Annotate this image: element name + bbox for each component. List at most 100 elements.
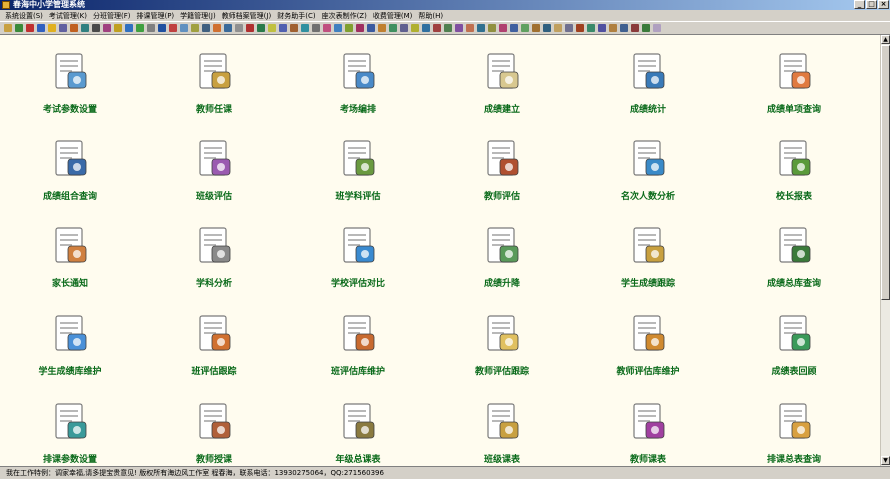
tile-score-trend[interactable]: 成绩升降	[432, 215, 572, 295]
toolbar-button-21[interactable]	[223, 23, 233, 33]
toolbar-button-6[interactable]	[58, 23, 68, 33]
tile-score-create[interactable]: 成绩建立	[432, 41, 572, 121]
toolbar-button-11[interactable]	[113, 23, 123, 33]
tile-score-archive[interactable]: 成绩总库查询	[724, 215, 864, 295]
menu-timetable[interactable]: 排课管理(P)	[133, 11, 177, 21]
toolbar-button-29[interactable]	[311, 23, 321, 33]
toolbar-button-48[interactable]	[520, 23, 530, 33]
toolbar-button-18[interactable]	[190, 23, 200, 33]
menu-seating[interactable]: 座次表制作(Z)	[319, 11, 370, 21]
tile-teacher-tracking[interactable]: 教师评估跟踪	[432, 303, 572, 383]
toolbar-button-58[interactable]	[630, 23, 640, 33]
toolbar-button-32[interactable]	[344, 23, 354, 33]
tile-class-timetable[interactable]: 班级课表	[432, 391, 572, 466]
tile-score-review[interactable]: 成绩表回顾	[724, 303, 864, 383]
toolbar-button-56[interactable]	[608, 23, 618, 33]
menu-help[interactable]: 帮助(H)	[415, 11, 446, 21]
toolbar-button-50[interactable]	[542, 23, 552, 33]
scroll-down-icon[interactable]: ▼	[881, 456, 890, 465]
tile-student-tracking[interactable]: 学生成绩跟踪	[578, 215, 718, 295]
vertical-scrollbar[interactable]: ▲ ▼	[880, 35, 890, 466]
tile-student-db[interactable]: 学生成绩库维护	[0, 303, 140, 383]
toolbar-button-44[interactable]	[476, 23, 486, 33]
toolbar-button-33[interactable]	[355, 23, 365, 33]
toolbar-button-59[interactable]	[641, 23, 651, 33]
toolbar-button-7[interactable]	[69, 23, 79, 33]
toolbar-button-26[interactable]	[278, 23, 288, 33]
toolbar-button-36[interactable]	[388, 23, 398, 33]
toolbar-button-20[interactable]	[212, 23, 222, 33]
toolbar-button-24[interactable]	[256, 23, 266, 33]
tile-principal-report[interactable]: 校长报表	[724, 128, 864, 208]
toolbar-button-17[interactable]	[179, 23, 189, 33]
menu-finance[interactable]: 财务助手(C)	[274, 11, 318, 21]
toolbar-button-47[interactable]	[509, 23, 519, 33]
toolbar-button-34[interactable]	[366, 23, 376, 33]
toolbar-button-5[interactable]	[47, 23, 57, 33]
maximize-button[interactable]: □	[866, 0, 877, 9]
toolbar-button-57[interactable]	[619, 23, 629, 33]
toolbar-button-55[interactable]	[597, 23, 607, 33]
toolbar-button-43[interactable]	[465, 23, 475, 33]
toolbar-button-60[interactable]	[652, 23, 662, 33]
tile-timetable-settings[interactable]: 排课参数设置	[0, 391, 140, 466]
tile-exam-room[interactable]: 考场编排	[288, 41, 428, 121]
tile-subject-evaluation[interactable]: 班学科评估	[288, 128, 428, 208]
toolbar-button-54[interactable]	[586, 23, 596, 33]
toolbar-button-37[interactable]	[399, 23, 409, 33]
toolbar-button-2[interactable]	[14, 23, 24, 33]
toolbar-button-15[interactable]	[157, 23, 167, 33]
toolbar-button-31[interactable]	[333, 23, 343, 33]
toolbar-button-45[interactable]	[487, 23, 497, 33]
menu-teacher-records[interactable]: 教师档案管理(J)	[219, 11, 275, 21]
toolbar-button-9[interactable]	[91, 23, 101, 33]
tile-teacher-teaching[interactable]: 教师授课	[144, 391, 284, 466]
tile-teacher-db[interactable]: 教师评估库维护	[578, 303, 718, 383]
tile-parent-notice[interactable]: 家长通知	[0, 215, 140, 295]
toolbar-button-49[interactable]	[531, 23, 541, 33]
toolbar-button-38[interactable]	[410, 23, 420, 33]
toolbar-button-12[interactable]	[124, 23, 134, 33]
toolbar-button-22[interactable]	[234, 23, 244, 33]
tile-class-evaluation[interactable]: 班级评估	[144, 128, 284, 208]
toolbar-button-39[interactable]	[421, 23, 431, 33]
tile-teacher-timetable[interactable]: 教师课表	[578, 391, 718, 466]
tile-teacher-evaluation[interactable]: 教师评估	[432, 128, 572, 208]
tile-class-db[interactable]: 班评估库维护	[288, 303, 428, 383]
toolbar-button-25[interactable]	[267, 23, 277, 33]
tile-teacher-schedule[interactable]: 教师任课	[144, 41, 284, 121]
toolbar-button-1[interactable]	[3, 23, 13, 33]
toolbar-button-46[interactable]	[498, 23, 508, 33]
toolbar-button-8[interactable]	[80, 23, 90, 33]
toolbar-button-40[interactable]	[432, 23, 442, 33]
menu-system[interactable]: 系统设置(S)	[2, 11, 46, 21]
toolbar-button-3[interactable]	[25, 23, 35, 33]
tile-subject-analysis[interactable]: 学科分析	[144, 215, 284, 295]
toolbar-button-42[interactable]	[454, 23, 464, 33]
toolbar-button-52[interactable]	[564, 23, 574, 33]
menu-exam[interactable]: 考试管理(K)	[46, 11, 90, 21]
tile-grade-timetable[interactable]: 年级总课表	[288, 391, 428, 466]
scroll-thumb[interactable]	[881, 45, 890, 300]
toolbar-button-27[interactable]	[289, 23, 299, 33]
menu-fees[interactable]: 收费管理(M)	[370, 11, 416, 21]
toolbar-button-51[interactable]	[553, 23, 563, 33]
toolbar-button-23[interactable]	[245, 23, 255, 33]
toolbar-button-30[interactable]	[322, 23, 332, 33]
tile-score-statistics[interactable]: 成绩统计	[578, 41, 718, 121]
toolbar-button-19[interactable]	[201, 23, 211, 33]
tile-single-query[interactable]: 成绩单项查询	[724, 41, 864, 121]
toolbar-button-41[interactable]	[443, 23, 453, 33]
toolbar-button-28[interactable]	[300, 23, 310, 33]
toolbar-button-13[interactable]	[135, 23, 145, 33]
tile-school-compare[interactable]: 学校评估对比	[288, 215, 428, 295]
toolbar-button-35[interactable]	[377, 23, 387, 33]
menu-class-division[interactable]: 分班管理(F)	[90, 11, 134, 21]
scroll-up-icon[interactable]: ▲	[881, 35, 890, 44]
tile-timetable-query[interactable]: 排课总表查询	[724, 391, 864, 466]
toolbar-button-14[interactable]	[146, 23, 156, 33]
menu-student-records[interactable]: 学籍管理(J)	[177, 11, 219, 21]
toolbar-button-10[interactable]	[102, 23, 112, 33]
toolbar-button-16[interactable]	[168, 23, 178, 33]
tile-rank-analysis[interactable]: 名次人数分析	[578, 128, 718, 208]
